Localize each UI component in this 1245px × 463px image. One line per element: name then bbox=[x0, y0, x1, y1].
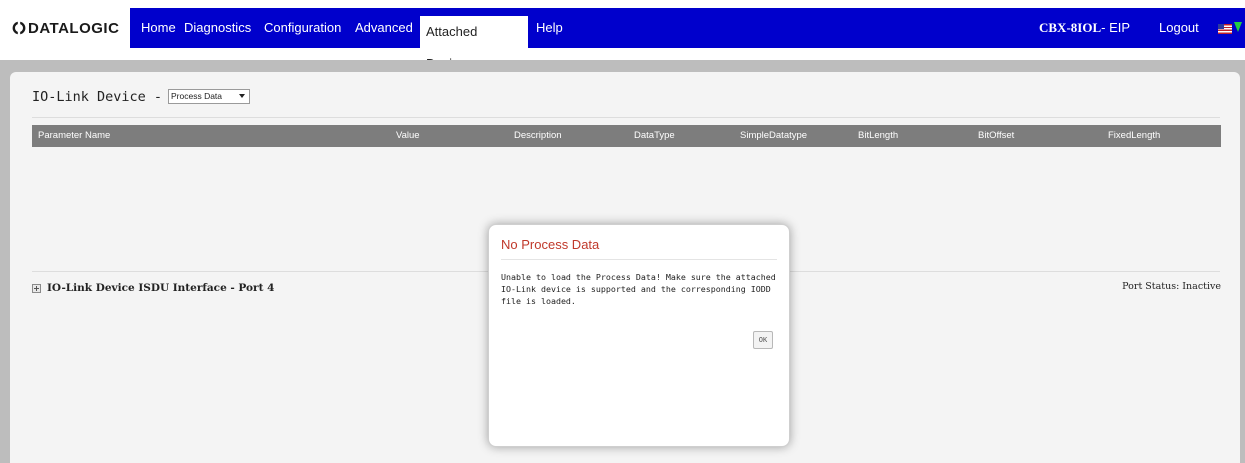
data-view-select[interactable]: Process Data bbox=[168, 89, 250, 104]
column-simple-datatype: SimpleDatatype bbox=[740, 130, 808, 141]
data-view-select-value: Process Data bbox=[171, 91, 223, 101]
main-nav: Home Diagnostics Configuration Advanced … bbox=[130, 8, 1245, 71]
us-flag-icon[interactable] bbox=[1218, 24, 1232, 34]
column-bit-offset: BitOffset bbox=[978, 130, 1015, 141]
language-dropdown-icon[interactable] bbox=[1234, 22, 1242, 32]
datalogic-logo: DATALOGIC bbox=[12, 18, 119, 38]
isdu-section-toggle[interactable]: IO-Link Device ISDU Interface - Port 4 bbox=[32, 282, 274, 294]
dialog-divider bbox=[501, 259, 777, 260]
ok-button[interactable]: OK bbox=[753, 331, 773, 349]
select-arrow-icon bbox=[239, 94, 245, 98]
column-bit-length: BitLength bbox=[858, 130, 899, 141]
nav-configuration[interactable]: Configuration bbox=[258, 8, 347, 48]
column-value: Value bbox=[396, 130, 420, 141]
dialog-message: Unable to load the Process Data! Make su… bbox=[501, 272, 776, 306]
nav-attached-devices[interactable]: Attached Devices bbox=[420, 16, 528, 71]
nav-home[interactable]: Home bbox=[135, 8, 182, 48]
logo-mark-icon bbox=[12, 21, 26, 35]
dialog-title: No Process Data bbox=[501, 237, 600, 252]
no-process-data-dialog: No Process Data Unable to load the Proce… bbox=[488, 224, 790, 447]
logout-link[interactable]: Logout bbox=[1159, 8, 1199, 48]
logo-text: DATALOGIC bbox=[28, 19, 120, 37]
column-datatype: DataType bbox=[634, 130, 675, 141]
device-model: CBX-8IOL bbox=[1039, 20, 1102, 35]
top-bar: DATALOGIC Home Diagnostics Configuration… bbox=[0, 0, 1245, 71]
column-parameter-name: Parameter Name bbox=[38, 130, 111, 141]
device-model-label: CBX-8IOL- EIP bbox=[1039, 8, 1130, 48]
divider bbox=[32, 117, 1220, 118]
port-status: Port Status: Inactive bbox=[1122, 281, 1221, 292]
expand-plus-icon[interactable] bbox=[32, 283, 41, 293]
isdu-section-label: IO-Link Device ISDU Interface - Port 4 bbox=[47, 282, 275, 294]
nav-advanced[interactable]: Advanced bbox=[349, 8, 419, 48]
column-description: Description bbox=[514, 130, 562, 141]
nav-help[interactable]: Help bbox=[530, 8, 569, 48]
device-model-suffix: - EIP bbox=[1101, 20, 1131, 35]
nav-diagnostics[interactable]: Diagnostics bbox=[178, 8, 257, 48]
column-fixed-length: FixedLength bbox=[1108, 130, 1161, 141]
parameter-table-header: Parameter Name Value Description DataTyp… bbox=[32, 125, 1221, 147]
